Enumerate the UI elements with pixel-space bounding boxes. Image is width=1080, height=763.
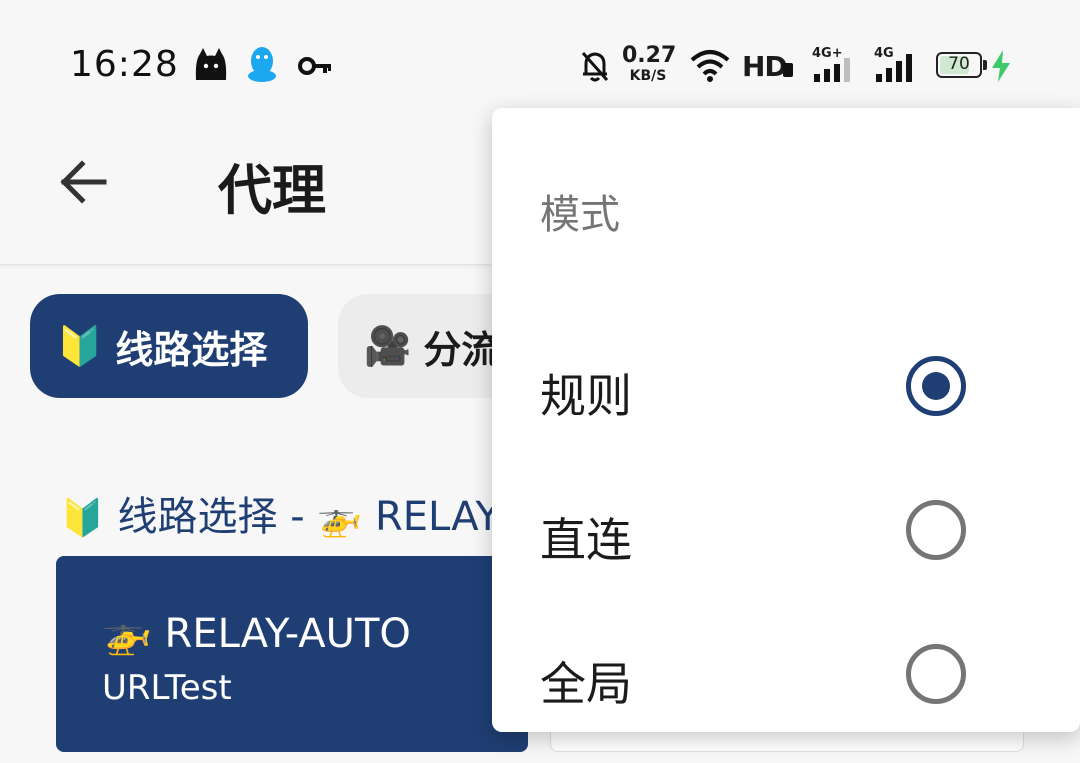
mode-option-rule[interactable]: 规则 (492, 314, 1080, 458)
qq-penguin-icon (246, 46, 278, 88)
movie-camera-icon: 🎥 (364, 323, 412, 368)
sim2-signal-icon (876, 54, 918, 86)
proxy-name: 🚁 RELAY-AUTO (102, 610, 411, 657)
cat-icon (192, 48, 230, 86)
arrow-back-icon (60, 160, 107, 204)
helicopter-icon: 🚁 (102, 611, 152, 657)
proxy-type: URLTest (102, 668, 232, 708)
battery-tip (983, 60, 987, 70)
menu-title: 模式 (540, 192, 620, 238)
group-section-header: 🔰 线路选择 - 🚁 RELAY (60, 484, 500, 542)
mode-option-global[interactable]: 全局 (492, 602, 1080, 746)
radio-unchecked-icon[interactable] (906, 644, 966, 704)
beginner-badge-icon: 🔰 (60, 498, 105, 539)
section-title: 线路选择 - (117, 494, 318, 540)
radio-checked-icon[interactable] (906, 356, 966, 416)
mode-option-label: 直连 (540, 513, 632, 567)
hd-voice-indicator: HD (742, 50, 788, 83)
proxy-name-text: RELAY-AUTO (164, 611, 411, 657)
network-speed-unit: KB/S (629, 68, 667, 84)
chip-route-select[interactable]: 🔰 线路选择 (30, 294, 308, 398)
network-speed: 0.27 KB/S (622, 43, 677, 84)
network-speed-value: 0.27 (622, 43, 677, 68)
battery-percentage: 70 (948, 54, 970, 74)
back-button[interactable] (54, 150, 118, 214)
chip-label: 分流 (423, 327, 500, 372)
page-title: 代理 (218, 159, 326, 222)
chip-label: 线路选择 (115, 327, 268, 372)
hd-small-box-icon (782, 62, 794, 82)
battery-indicator: 70 (936, 52, 982, 78)
clock: 16:28 (70, 44, 179, 85)
wifi-icon (690, 48, 730, 86)
mode-option-direct[interactable]: 直连 (492, 458, 1080, 602)
mode-option-label: 规则 (540, 369, 632, 423)
radio-unchecked-icon[interactable] (906, 500, 966, 560)
sim1-signal-icon (814, 58, 856, 86)
beginner-badge-icon: 🔰 (56, 323, 104, 368)
charging-bolt-icon (990, 50, 1012, 86)
section-selected-proxy: RELAY (374, 494, 500, 540)
mode-option-label: 全局 (540, 657, 632, 711)
key-icon (298, 56, 332, 80)
mode-popup-menu: 模式 规则 直连 全局 (492, 108, 1080, 732)
proxy-card-relay-auto[interactable]: 🚁 RELAY-AUTO URLTest (56, 556, 528, 752)
bell-off-icon (580, 50, 610, 86)
helicopter-icon: 🚁 (317, 498, 363, 539)
